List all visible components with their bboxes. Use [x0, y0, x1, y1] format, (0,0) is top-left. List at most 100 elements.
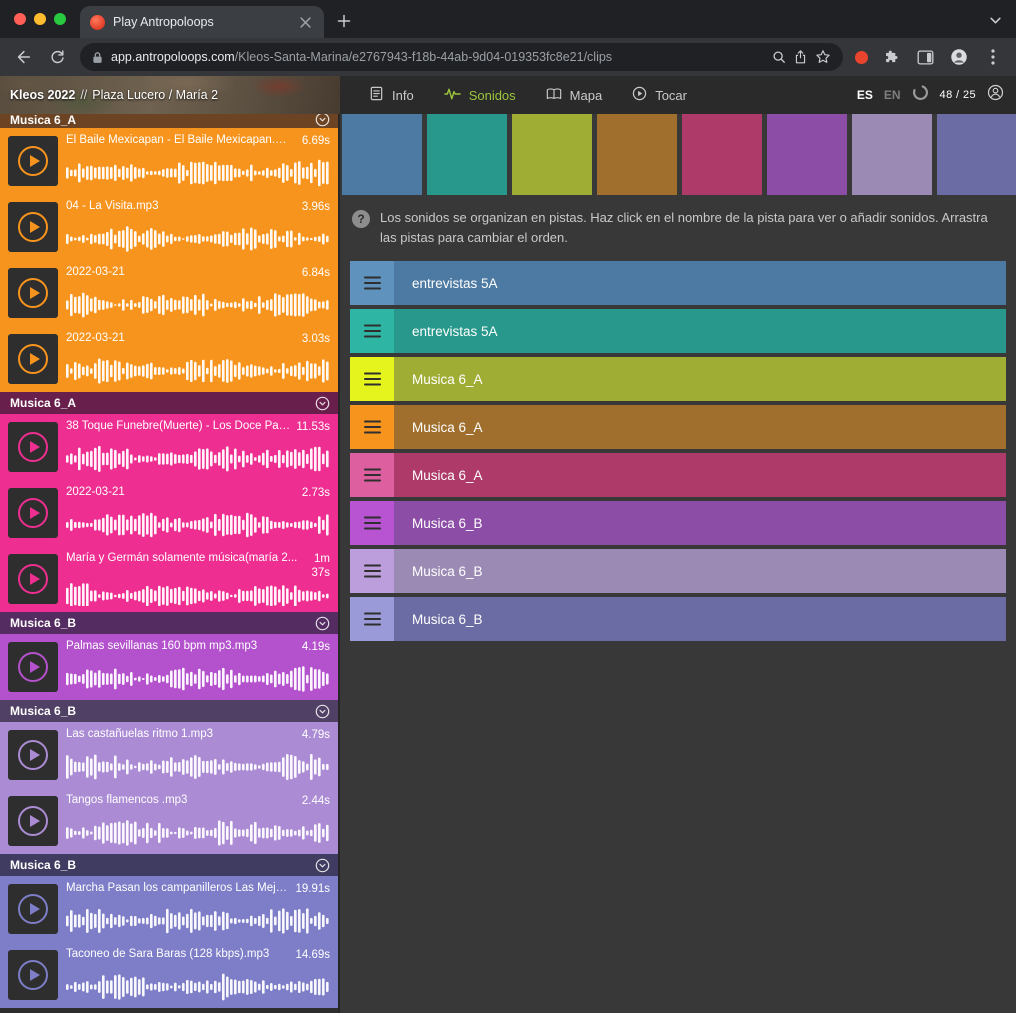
extensions-puzzle-icon[interactable] [876, 42, 906, 72]
profile-avatar[interactable] [944, 42, 974, 72]
track-section-header[interactable]: Musica 6_B [0, 700, 338, 722]
close-window-button[interactable] [14, 13, 26, 25]
clip-waveform[interactable] [66, 581, 330, 606]
track-drag-handle-icon[interactable] [350, 549, 394, 593]
menu-kebab-icon[interactable] [978, 42, 1008, 72]
track-row[interactable]: Musica 6_B [350, 501, 1006, 545]
zoom-icon[interactable] [772, 50, 786, 64]
clip-waveform[interactable] [66, 158, 330, 188]
collapse-circle-chevron-icon[interactable] [315, 114, 330, 127]
browser-tab[interactable]: Play Antropoloops [80, 6, 324, 38]
language-es[interactable]: ES [857, 88, 873, 102]
clip-play-button[interactable] [8, 202, 58, 252]
track-name-bar[interactable]: Musica 6_B [394, 501, 1006, 545]
play-icon [18, 806, 48, 836]
track-color-swatch[interactable] [852, 114, 932, 195]
track-row[interactable]: entrevistas 5A [350, 261, 1006, 305]
clip-waveform[interactable] [66, 906, 330, 936]
track-row[interactable]: Musica 6_B [350, 549, 1006, 593]
clip-waveform[interactable] [66, 224, 330, 254]
track-name-bar[interactable]: entrevistas 5A [394, 309, 1006, 353]
track-drag-handle-icon[interactable] [350, 501, 394, 545]
tab-search-chevron-icon[interactable] [980, 5, 1010, 35]
tab-mapa[interactable]: Mapa [533, 76, 616, 114]
track-section-header[interactable]: Musica 6_B [0, 612, 338, 634]
track-name-bar[interactable]: Musica 6_B [394, 549, 1006, 593]
clip-play-button[interactable] [8, 642, 58, 692]
share-icon[interactable] [794, 49, 807, 65]
clip-play-button[interactable] [8, 796, 58, 846]
clip-waveform[interactable] [66, 356, 330, 386]
clip-waveform[interactable] [66, 444, 330, 474]
track-color-swatch[interactable] [597, 114, 677, 195]
clip-waveform[interactable] [66, 290, 330, 320]
side-panel-icon[interactable] [910, 42, 940, 72]
track-row[interactable]: Musica 6_A [350, 453, 1006, 497]
track-section-header[interactable]: Musica 6_B [0, 854, 338, 876]
address-bar[interactable]: app.antropoloops.com/Kleos-Santa-Marina/… [80, 43, 843, 71]
reload-button[interactable] [42, 42, 72, 72]
play-icon [18, 278, 48, 308]
track-section-header[interactable]: Musica 6_A [0, 114, 338, 128]
clip-play-button[interactable] [8, 334, 58, 384]
track-drag-handle-icon[interactable] [350, 309, 394, 353]
track-color-swatch[interactable] [682, 114, 762, 195]
collapse-circle-chevron-icon[interactable] [315, 616, 330, 631]
track-label: Musica 6_B [412, 564, 483, 579]
url-text[interactable]: app.antropoloops.com/Kleos-Santa-Marina/… [111, 50, 764, 64]
track-name-bar[interactable]: Musica 6_A [394, 357, 1006, 401]
bookmark-star-icon[interactable] [815, 49, 831, 65]
clip-play-button[interactable] [8, 554, 58, 604]
track-name-bar[interactable]: Musica 6_B [394, 597, 1006, 641]
track-color-swatch[interactable] [937, 114, 1016, 195]
track-drag-handle-icon[interactable] [350, 405, 394, 449]
track-name-bar[interactable]: Musica 6_A [394, 405, 1006, 449]
track-color-swatch[interactable] [512, 114, 592, 195]
track-drag-handle-icon[interactable] [350, 261, 394, 305]
collapse-circle-chevron-icon[interactable] [315, 704, 330, 719]
track-name-bar[interactable]: entrevistas 5A [394, 261, 1006, 305]
clip-waveform[interactable] [66, 510, 330, 540]
track-color-swatch[interactable] [342, 114, 422, 195]
track-section-header[interactable]: Musica 6_A [0, 392, 338, 414]
clip-waveform[interactable] [66, 752, 330, 782]
back-button[interactable] [8, 42, 38, 72]
collapse-circle-chevron-icon[interactable] [315, 396, 330, 411]
track-row[interactable]: entrevistas 5A [350, 309, 1006, 353]
tab-tocar[interactable]: Tocar [619, 76, 700, 114]
lock-icon[interactable] [92, 51, 103, 64]
clip-play-button[interactable] [8, 884, 58, 934]
track-row[interactable]: Musica 6_B [350, 597, 1006, 641]
collapse-circle-chevron-icon[interactable] [315, 858, 330, 873]
language-en[interactable]: EN [884, 88, 901, 102]
minimize-window-button[interactable] [34, 13, 46, 25]
tab-sonidos[interactable]: Sonidos [431, 76, 529, 114]
track-color-swatch[interactable] [427, 114, 507, 195]
breadcrumb[interactable]: Kleos 2022 // Plaza Lucero / María 2 [0, 76, 340, 114]
clip-play-button[interactable] [8, 422, 58, 472]
zoom-window-button[interactable] [54, 13, 66, 25]
track-label: Musica 6_A [412, 420, 483, 435]
clip-waveform[interactable] [66, 664, 330, 694]
recording-extension-icon[interactable] [855, 51, 868, 64]
breadcrumb-project[interactable]: Kleos 2022 [10, 88, 75, 102]
clip-play-button[interactable] [8, 730, 58, 780]
track-drag-handle-icon[interactable] [350, 357, 394, 401]
clip-play-button[interactable] [8, 488, 58, 538]
tab-info[interactable]: Info [356, 76, 427, 114]
app-header: Kleos 2022 // Plaza Lucero / María 2 Inf… [0, 76, 1016, 114]
new-tab-button[interactable] [330, 7, 358, 35]
track-drag-handle-icon[interactable] [350, 597, 394, 641]
clip-play-button[interactable] [8, 950, 58, 1000]
track-drag-handle-icon[interactable] [350, 453, 394, 497]
clip-play-button[interactable] [8, 136, 58, 186]
account-icon[interactable] [987, 84, 1004, 106]
clip-waveform[interactable] [66, 972, 330, 1002]
track-color-swatch[interactable] [767, 114, 847, 195]
track-row[interactable]: Musica 6_A [350, 405, 1006, 449]
tab-close-icon[interactable] [296, 13, 314, 31]
clip-play-button[interactable] [8, 268, 58, 318]
clip-waveform[interactable] [66, 818, 330, 848]
track-name-bar[interactable]: Musica 6_A [394, 453, 1006, 497]
track-row[interactable]: Musica 6_A [350, 357, 1006, 401]
